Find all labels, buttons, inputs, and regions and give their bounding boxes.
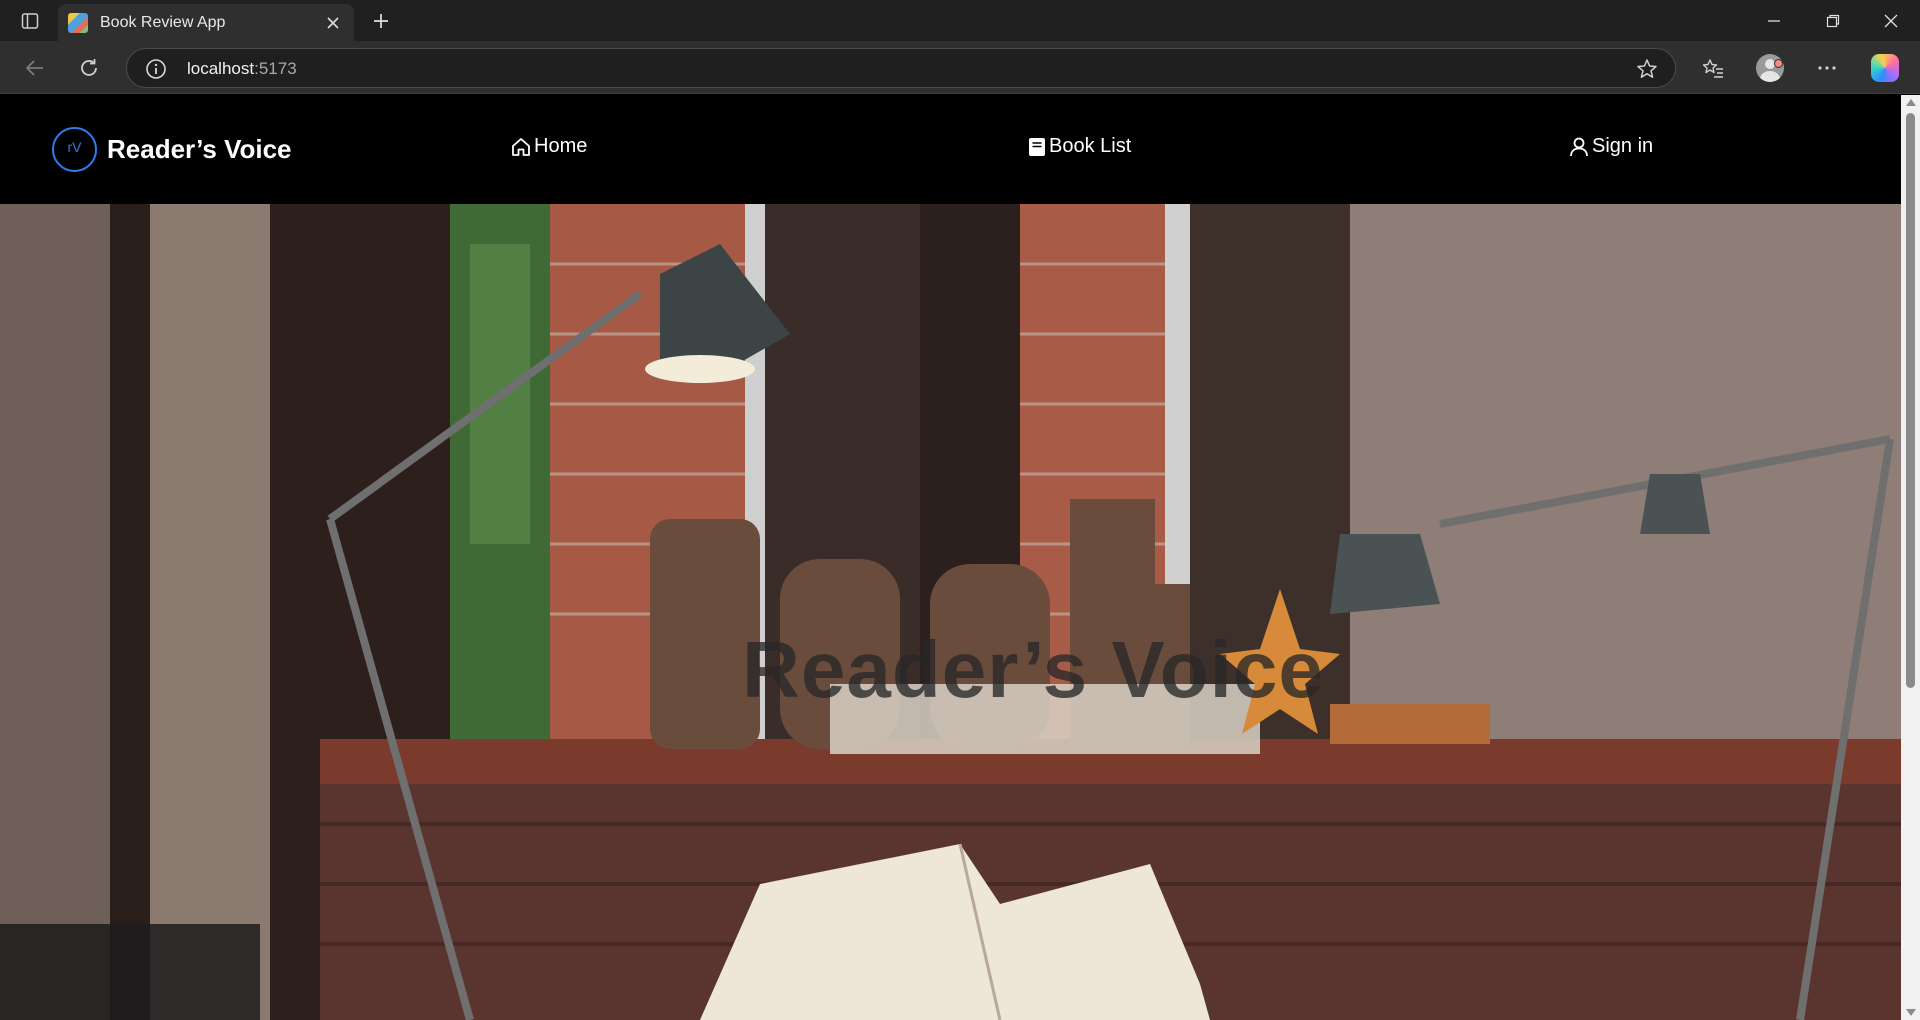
page-viewport: rV Reader’s Voice Home Book List Sign in bbox=[0, 95, 1920, 1020]
copilot-icon[interactable] bbox=[1866, 49, 1904, 87]
restore-icon[interactable] bbox=[1804, 0, 1862, 41]
nav-sign-in-link[interactable]: Sign in bbox=[1568, 135, 1653, 158]
browser-tab-bar: Book Review App bbox=[0, 0, 1920, 41]
site-info-icon[interactable] bbox=[145, 58, 167, 80]
minimize-icon[interactable] bbox=[1745, 0, 1803, 41]
address-bar[interactable]: localhost:5173 bbox=[126, 48, 1676, 88]
brand[interactable]: rV Reader’s Voice bbox=[52, 127, 292, 172]
hero-banner: Reader’s Voice bbox=[0, 204, 1901, 1020]
hero-title: Reader’s Voice bbox=[742, 625, 1324, 714]
brand-logo: rV bbox=[52, 127, 97, 172]
url-host: localhost bbox=[187, 59, 255, 78]
favorite-star-icon[interactable] bbox=[1635, 57, 1659, 81]
profile-avatar bbox=[1756, 54, 1784, 82]
nav-home-label: Home bbox=[534, 135, 588, 157]
tab-favicon-icon bbox=[68, 12, 88, 33]
brand-name: Reader’s Voice bbox=[107, 134, 292, 164]
home-icon bbox=[512, 137, 530, 156]
copilot-logo bbox=[1871, 54, 1899, 82]
profile-icon[interactable] bbox=[1751, 49, 1789, 87]
page-scrollbar[interactable] bbox=[1901, 95, 1920, 1020]
url-port: :5173 bbox=[254, 59, 297, 78]
scroll-up-icon[interactable] bbox=[1906, 99, 1916, 106]
back-icon[interactable] bbox=[16, 49, 54, 87]
nav-home-link[interactable]: Home bbox=[510, 135, 587, 158]
nav-book-list-link[interactable]: Book List bbox=[1027, 135, 1131, 158]
book-icon bbox=[1029, 137, 1045, 156]
tab-close-icon[interactable] bbox=[318, 8, 348, 38]
tab-title: Book Review App bbox=[100, 13, 226, 31]
user-icon bbox=[1570, 137, 1588, 156]
favorites-icon[interactable] bbox=[1694, 49, 1732, 87]
more-options-icon[interactable] bbox=[1808, 49, 1846, 87]
site-navbar: rV Reader’s Voice Home Book List Sign in bbox=[0, 95, 1901, 204]
tab-actions-icon[interactable] bbox=[14, 8, 46, 34]
reload-icon[interactable] bbox=[70, 49, 108, 87]
scrollbar-thumb[interactable] bbox=[1906, 113, 1915, 688]
hero-background-image bbox=[0, 204, 1901, 1020]
nav-book-list-label: Book List bbox=[1049, 135, 1132, 157]
browser-toolbar: localhost:5173 bbox=[0, 41, 1920, 94]
url-text: localhost:5173 bbox=[187, 59, 297, 79]
scroll-down-icon[interactable] bbox=[1906, 1009, 1916, 1016]
profile-notification-dot bbox=[1774, 59, 1783, 68]
browser-tab-active[interactable]: Book Review App bbox=[58, 4, 354, 41]
nav-sign-in-label: Sign in bbox=[1592, 135, 1654, 157]
new-tab-icon[interactable] bbox=[364, 6, 398, 36]
close-window-icon[interactable] bbox=[1862, 0, 1920, 41]
